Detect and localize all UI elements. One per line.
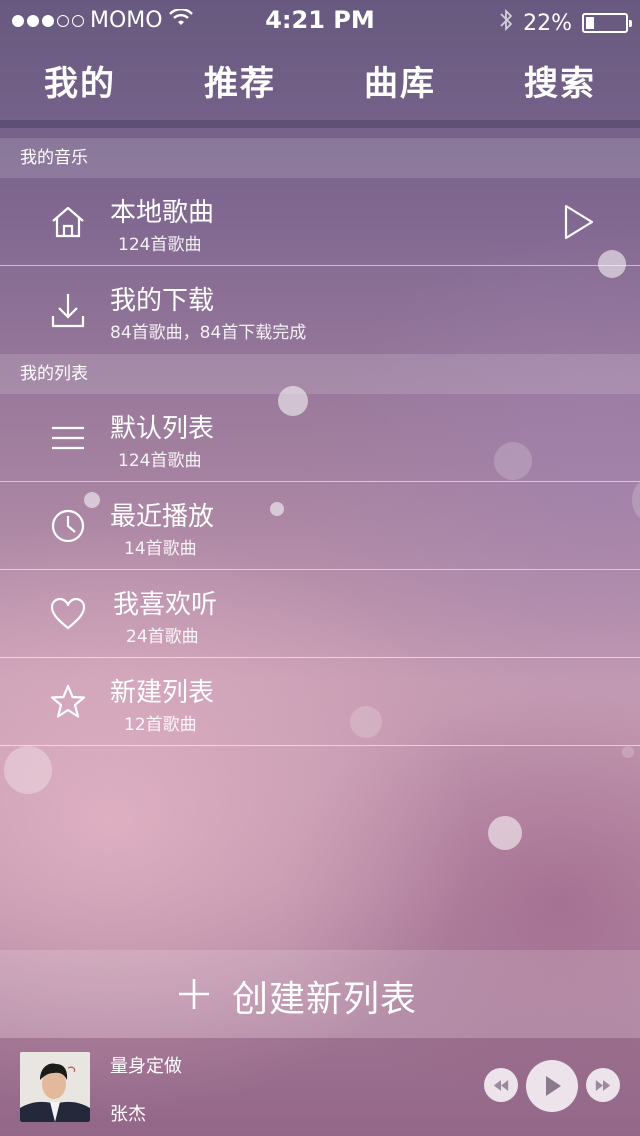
mini-player[interactable]: 量身定做 张杰 <box>0 1038 640 1136</box>
bokeh-light <box>622 746 634 758</box>
item-title: 我喜欢听 <box>113 590 218 620</box>
list-item-downloads[interactable]: 我的下载 84首歌曲，84首下载完成 <box>0 266 640 354</box>
play-icon[interactable] <box>526 1060 578 1112</box>
status-bar: MOMO 4:21 PM 22% <box>0 0 640 40</box>
item-title: 我的下载 <box>110 286 215 316</box>
item-title: 本地歌曲 <box>110 198 215 228</box>
battery-icon <box>582 13 632 33</box>
list-item-favorites[interactable]: 我喜欢听 24首歌曲 <box>0 570 640 658</box>
item-subtitle: 124首歌曲 <box>118 451 202 471</box>
item-subtitle: 14首歌曲 <box>124 539 197 559</box>
section-header-my-lists: 我的列表 <box>0 354 640 394</box>
bluetooth-icon <box>499 8 513 38</box>
create-list-label: 创建新列表 <box>232 979 418 1020</box>
list-item-recent-plays[interactable]: 最近播放 14首歌曲 <box>0 482 640 570</box>
tab-search[interactable]: 搜索 <box>480 40 640 128</box>
item-title: 新建列表 <box>110 678 215 708</box>
item-title: 默认列表 <box>110 414 215 444</box>
tab-library[interactable]: 曲库 <box>320 40 480 128</box>
create-list-button[interactable]: 创建新列表 <box>0 950 640 1038</box>
list-item-default-list[interactable]: 默认列表 124首歌曲 <box>0 394 640 482</box>
rewind-icon[interactable] <box>484 1068 518 1102</box>
play-all-icon[interactable] <box>560 202 598 242</box>
item-title: 最近播放 <box>110 502 215 532</box>
clock-icon <box>46 504 90 548</box>
battery-percent: 22% <box>523 10 572 36</box>
bokeh-light <box>4 746 52 794</box>
heart-icon <box>46 592 90 636</box>
item-subtitle: 84首歌曲，84首下载完成 <box>110 323 307 343</box>
album-cover[interactable] <box>20 1052 90 1122</box>
top-tabs: 我的 推荐 曲库 搜索 <box>0 40 640 128</box>
song-title: 量身定做 <box>110 1056 182 1077</box>
section-header-my-music: 我的音乐 <box>0 138 640 178</box>
list-icon <box>46 416 90 460</box>
list-item-local-songs[interactable]: 本地歌曲 124首歌曲 <box>0 178 640 266</box>
tab-recommend[interactable]: 推荐 <box>160 40 320 128</box>
tab-active-indicator <box>0 120 160 128</box>
item-subtitle: 124首歌曲 <box>118 235 202 255</box>
star-icon <box>46 680 90 724</box>
item-subtitle: 24首歌曲 <box>126 627 199 647</box>
artist-name: 张杰 <box>110 1104 146 1125</box>
fast-forward-icon[interactable] <box>586 1068 620 1102</box>
download-icon <box>46 288 90 332</box>
plus-icon <box>176 972 212 1016</box>
tab-mine[interactable]: 我的 <box>0 40 160 128</box>
list-item-new-list[interactable]: 新建列表 12首歌曲 <box>0 658 640 746</box>
home-icon <box>46 200 90 244</box>
bokeh-light <box>488 816 522 850</box>
item-subtitle: 12首歌曲 <box>124 715 197 735</box>
